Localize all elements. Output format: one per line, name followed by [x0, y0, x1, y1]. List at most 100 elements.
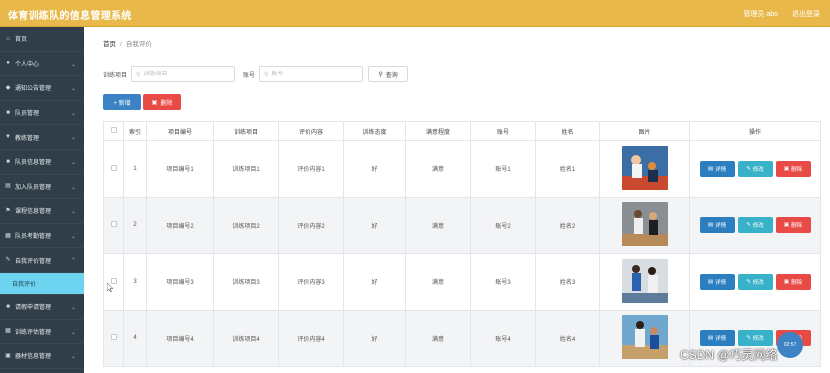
cell-code: 项目编号1: [146, 140, 214, 198]
detail-button[interactable]: ▤ 详情: [699, 160, 735, 177]
chevron-down-icon: ⌄: [70, 61, 76, 68]
data-table: 索引 项目编号 训练项目 评价内容 训练态度 满意程度 账号 姓名 图片 操作 …: [103, 121, 821, 367]
trash-icon: ▣: [151, 99, 158, 106]
sidebar-subitem-self-eval[interactable]: 自我评价: [0, 272, 84, 295]
cell-index: 1: [123, 140, 147, 198]
user-icon: ●: [6, 60, 10, 67]
column-header: 评价内容: [278, 121, 344, 141]
edit-button[interactable]: ✎ 修改: [737, 330, 773, 347]
sidebar-item-home[interactable]: ⌂ 首页: [0, 27, 84, 52]
sidebar-item-team[interactable]: ■ 队员管理 ⌄: [0, 101, 84, 126]
logout-link[interactable]: 退出登录: [792, 11, 820, 18]
bell-icon: ◆: [5, 84, 11, 91]
row-checkbox-cell[interactable]: [103, 140, 124, 198]
chevron-down-icon: ⌄: [70, 329, 76, 336]
search-field-account[interactable]: ⚲: [259, 66, 364, 82]
sidebar-item-profile[interactable]: ● 个人中心 ⌄: [0, 52, 84, 77]
detail-icon: ▤: [707, 278, 714, 285]
cell-project: 训练项目2: [213, 196, 279, 254]
cell-name: 姓名4: [535, 309, 600, 367]
home-icon: ⌂: [6, 35, 10, 42]
sidebar-item-notice[interactable]: ◆ 通知公告管理 ⌄: [0, 76, 84, 101]
edit-button[interactable]: ✎ 修改: [737, 160, 773, 177]
cell-code: 项目编号2: [146, 196, 214, 254]
photo-thumbnail[interactable]: [621, 145, 668, 190]
batch-delete-button[interactable]: ▣ 删除: [143, 94, 181, 110]
breadcrumb-home[interactable]: 首页: [103, 41, 116, 48]
trash-icon: ▣: [783, 222, 790, 229]
sidebar-item-attendance[interactable]: ▦ 队员考勤管理 ⌄: [0, 224, 84, 249]
cell-image: [599, 253, 690, 311]
sidebar-item-course[interactable]: ⚑ 课程信息管理 ⌄: [0, 199, 84, 224]
cell-satisfaction: 满意: [405, 140, 471, 198]
chevron-down-icon: ⌄: [70, 233, 76, 240]
row-checkbox[interactable]: [110, 221, 117, 228]
delete-button[interactable]: ▣删除: [775, 160, 811, 177]
breadcrumb: 首页 / 自我评价: [103, 38, 152, 48]
detail-button[interactable]: ▤ 详情: [699, 273, 735, 290]
column-header: 项目编号: [146, 121, 214, 141]
cell-image: [599, 309, 690, 367]
table-header-row: 索引 项目编号 训练项目 评价内容 训练态度 满意程度 账号 姓名 图片 操作: [103, 121, 821, 141]
coach-icon: ▼: [5, 134, 11, 141]
delete-button[interactable]: ▣删除: [775, 273, 811, 290]
detail-button[interactable]: ▤ 详情: [699, 217, 735, 234]
chevron-down-icon: ⌄: [70, 209, 76, 216]
column-header: 训练态度: [343, 121, 406, 141]
column-header: 操作: [689, 121, 821, 141]
search-input-project[interactable]: [143, 71, 224, 77]
cell-attitude: 好: [343, 253, 406, 311]
flag-icon: ⚑: [5, 207, 11, 214]
trash-icon: ▣: [783, 278, 790, 285]
cell-project: 训练项目4: [213, 309, 279, 367]
cell-code: 项目编号3: [146, 253, 214, 311]
top-right: 管理员 abo 退出登录: [737, 9, 820, 19]
add-button[interactable]: + 新增: [103, 94, 141, 110]
row-checkbox[interactable]: [110, 334, 117, 341]
doc-icon: ■: [6, 303, 10, 310]
cell-satisfaction: 满意: [405, 253, 471, 311]
search-label-account: 账号: [243, 72, 256, 79]
cell-satisfaction: 满意: [405, 309, 471, 367]
cell-actions: ▤详情 ✎修改 ▣删除: [689, 140, 821, 198]
detail-icon: ▤: [707, 335, 714, 342]
query-button[interactable]: ⚲ 查询: [368, 66, 409, 82]
watermark: CSDN @巧灵网络: [680, 348, 778, 362]
chevron-down-icon: ⌄: [70, 304, 76, 311]
edit-button[interactable]: ✎ 修改: [737, 273, 773, 290]
team-icon: ■: [6, 109, 10, 116]
sidebar-item-self-eval[interactable]: ✎ 自我评价管理 ⌃: [0, 248, 84, 273]
sidebar-item-join[interactable]: ▤ 加入队员管理 ⌄: [0, 175, 84, 200]
list-icon: ▤: [5, 183, 11, 190]
action-bar: + 新增 ▣ 删除: [103, 94, 181, 110]
cell-account: 账号3: [470, 253, 536, 311]
sidebar-item-member-info[interactable]: ■ 队员信息管理 ⌄: [0, 150, 84, 175]
detail-button[interactable]: ▤ 详情: [699, 330, 735, 347]
chevron-down-icon: ⌄: [70, 135, 76, 142]
search-input-account[interactable]: [271, 71, 352, 77]
user-label: 管理员 abo: [743, 11, 779, 18]
sidebar-item-coach[interactable]: ▼ 教练管理 ⌄: [0, 125, 84, 150]
row-checkbox-cell[interactable]: [103, 196, 124, 254]
photo-thumbnail[interactable]: [621, 202, 668, 247]
column-header: 姓名: [535, 121, 600, 141]
sidebar-item-equipment[interactable]: ▣ 器材信息管理 ⌄: [0, 344, 84, 369]
photo-thumbnail[interactable]: [621, 315, 668, 360]
search-label-project: 训练项目: [103, 72, 128, 79]
pencil-icon: ✎: [746, 222, 751, 229]
search-field-project[interactable]: ⚲: [131, 66, 236, 82]
photo-thumbnail[interactable]: [621, 258, 668, 303]
row-checkbox-cell[interactable]: [103, 253, 124, 311]
select-all-checkbox[interactable]: [110, 127, 117, 133]
cell-satisfaction: 满意: [405, 196, 471, 254]
sidebar-item-leave[interactable]: ■ 请假申请管理 ⌄: [0, 295, 84, 320]
sidebar-item-assessment[interactable]: ▦ 训练评估管理 ⌄: [0, 320, 84, 345]
cell-actions: ▤详情 ✎修改 ▣删除: [689, 196, 821, 254]
edit-button[interactable]: ✎ 修改: [737, 217, 773, 234]
cell-account: 账号2: [470, 196, 536, 254]
floating-timer-badge[interactable]: 02:57: [777, 332, 803, 358]
delete-button[interactable]: ▣删除: [775, 217, 811, 234]
row-checkbox-cell[interactable]: [103, 309, 124, 367]
header-checkbox-cell[interactable]: [103, 121, 124, 141]
row-checkbox[interactable]: [110, 164, 117, 171]
